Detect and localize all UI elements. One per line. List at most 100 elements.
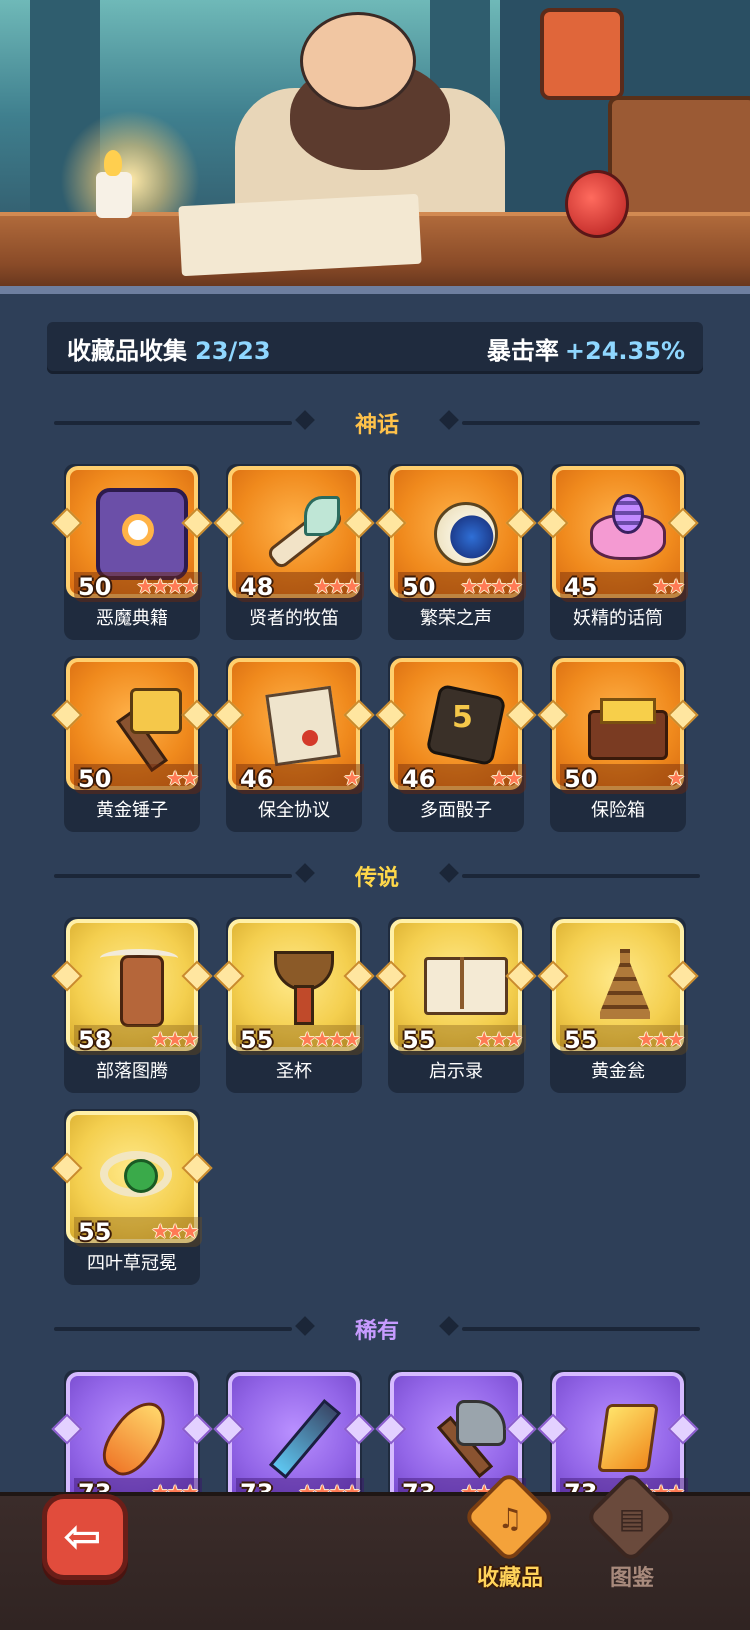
phoenix-feather-icon [96, 1394, 180, 1478]
tab-collectibles[interactable]: ♫ 收藏品 [460, 1470, 560, 1598]
level-bar: 46 ★★ [398, 764, 526, 794]
item-level: 48 [240, 573, 274, 601]
contract-icon [258, 680, 342, 764]
red-potion-icon [565, 170, 629, 238]
level-bar: 46 ★ [236, 764, 364, 794]
shop-header-scene [0, 0, 750, 292]
card-frame: 55 ★★★ [390, 919, 526, 1055]
level-bar: 50 ★ [560, 764, 688, 794]
item-name: 繁荣之声 [420, 608, 492, 629]
star-rating: ★★★★ [136, 574, 199, 598]
tribal-mask-decoration [540, 8, 624, 100]
collectible-card[interactable]: 50 ★★★★ 恶魔典籍 [51, 464, 213, 640]
item-name: 妖精的话筒 [573, 608, 663, 629]
tab-guide-label: 图鉴 [609, 1566, 654, 1591]
item-name: 部落图腾 [96, 1061, 168, 1082]
lightning-gem-icon [582, 1394, 666, 1478]
collection-stats-bar: 收藏品收集 23/23 暴击率 +24.35% [47, 322, 703, 374]
card-frame: 55 ★★★ [552, 919, 688, 1055]
section-header: 稀有 [54, 1313, 700, 1344]
open-book-icon [420, 941, 508, 1025]
item-level: 55 [240, 1026, 274, 1054]
level-bar: 58 ★★★ [74, 1025, 202, 1055]
item-name: 四叶草冠冕 [87, 1253, 177, 1274]
item-name: 贤者的牧笛 [249, 608, 339, 629]
collectible-card[interactable]: 46 ★ 保全协议 [213, 656, 375, 832]
star-rating: ★★★ [313, 574, 361, 598]
collection-label: 收藏品收集 [67, 337, 187, 365]
card-frame: 50 ★★★★ [66, 466, 202, 602]
fairy-microphone-icon [582, 488, 666, 572]
collectible-card[interactable]: 46 ★★ 多面骰子 [375, 656, 537, 832]
candle-icon [96, 172, 132, 218]
drum-glyph: ♫ [497, 1502, 523, 1535]
card-frame: 50 ★★★★ [390, 466, 526, 602]
level-bar: 50 ★★ [74, 764, 202, 794]
item-name: 多面骰子 [420, 800, 492, 821]
star-rating: ★ [667, 766, 685, 790]
section-divider [462, 1327, 700, 1331]
collectible-card[interactable]: 48 ★★★ 贤者的牧笛 [213, 464, 375, 640]
card-frame: 73★★★★ [228, 1372, 364, 1508]
collectible-card[interactable]: 55 ★★★ 启示录 [375, 917, 537, 1093]
collectible-card[interactable]: 55 ★★★ 四叶草冠冕 [51, 1109, 213, 1285]
collectible-card[interactable]: 50 ★ 保险箱 [537, 656, 699, 832]
item-name: 保全协议 [258, 800, 330, 821]
level-bar: 50 ★★★★ [398, 572, 526, 602]
section-divider [462, 874, 700, 878]
section-header: 神话 [54, 407, 700, 438]
collection-value: 23/23 [195, 337, 271, 365]
card-frame: 45 ★★ [552, 466, 688, 602]
card-frame: 55 ★★★ [66, 1111, 202, 1247]
star-rating: ★★ [166, 766, 199, 790]
star-rating: ★★★ [475, 1027, 523, 1051]
level-bar: 50 ★★★★ [74, 572, 202, 602]
item-level: 50 [78, 765, 112, 793]
item-level: 46 [402, 765, 436, 793]
section-header: 传说 [54, 860, 700, 891]
collectible-card[interactable]: 58 ★★★ 部落图腾 [51, 917, 213, 1093]
back-button[interactable]: ⇦ [42, 1494, 128, 1580]
item-level: 55 [78, 1218, 112, 1246]
item-level: 58 [78, 1026, 112, 1054]
collectible-card[interactable]: 50 ★★ 黄金锤子 [51, 656, 213, 832]
tab-collectibles-label: 收藏品 [476, 1566, 543, 1591]
tab-guide[interactable]: ▤ 图鉴 [582, 1470, 682, 1598]
sage-flute-icon [258, 488, 342, 572]
star-rating: ★★★ [151, 1027, 199, 1051]
shell-icon [420, 488, 504, 572]
item-name: 恶魔典籍 [96, 608, 168, 629]
card-frame: 48 ★★★ [228, 466, 364, 602]
treasure-map [178, 193, 422, 277]
dice-icon [420, 680, 504, 764]
golden-urn-icon [582, 941, 666, 1025]
collection-count: 收藏品收集 23/23 [67, 331, 271, 366]
item-level: 50 [78, 573, 112, 601]
item-level: 46 [240, 765, 274, 793]
item-name: 启示录 [429, 1061, 483, 1082]
back-arrow-icon: ⇦ [63, 1509, 102, 1563]
crit-rate: 暴击率 +24.35% [487, 331, 685, 366]
card-frame: 73★★★ [66, 1372, 202, 1508]
level-bar: 45 ★★ [560, 572, 688, 602]
item-level: 55 [402, 1026, 436, 1054]
crit-rate-value: +24.35% [564, 337, 685, 365]
collectible-card[interactable]: 45 ★★ 妖精的话筒 [537, 464, 699, 640]
item-level: 50 [564, 765, 598, 793]
collectible-card[interactable]: 55 ★★★ 黄金瓮 [537, 917, 699, 1093]
item-name: 黄金瓮 [591, 1061, 645, 1082]
dwarf-merchant-head [300, 12, 416, 110]
collectible-card[interactable]: 55 ★★★★ 圣杯 [213, 917, 375, 1093]
level-bar: 48 ★★★ [236, 572, 364, 602]
grail-icon [258, 941, 342, 1025]
treasure-chest-icon [582, 680, 668, 764]
header-divider [0, 286, 750, 294]
section-divider [462, 421, 700, 425]
collectible-card[interactable]: 50 ★★★★ 繁荣之声 [375, 464, 537, 640]
card-frame: 46 ★ [228, 658, 364, 794]
card-frame: 55 ★★★★ [228, 919, 364, 1055]
star-rating: ★★★★ [298, 1027, 361, 1051]
item-level: 50 [402, 573, 436, 601]
crit-rate-label: 暴击率 [486, 337, 559, 365]
item-name: 圣杯 [276, 1061, 312, 1082]
